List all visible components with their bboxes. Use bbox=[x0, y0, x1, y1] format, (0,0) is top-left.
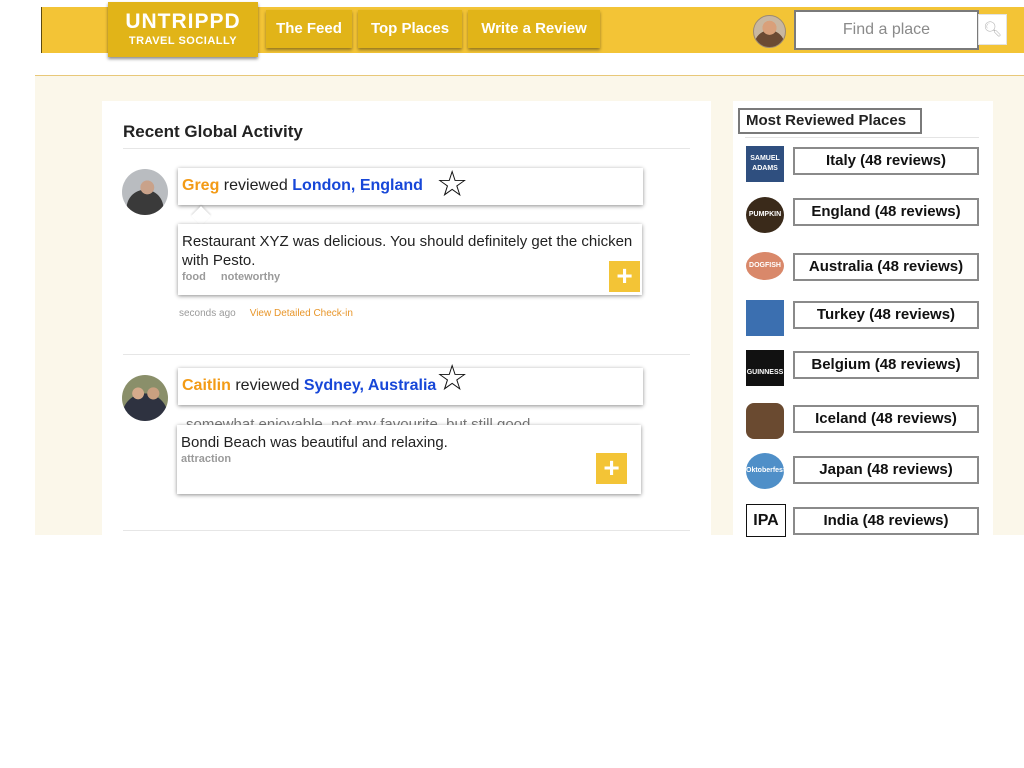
thumb-label: DOGFISH bbox=[749, 262, 781, 269]
review-tags: food noteworthy bbox=[182, 271, 638, 283]
search-input[interactable] bbox=[794, 10, 979, 50]
avatar[interactable] bbox=[122, 169, 168, 215]
review-text: Restaurant XYZ was delicious. You should… bbox=[182, 233, 633, 269]
thumb-label: GUINNESS bbox=[746, 369, 784, 376]
star-icon[interactable]: ☆ bbox=[436, 360, 468, 396]
place-item[interactable]: Australia (48 reviews) bbox=[793, 253, 979, 281]
brand-logo[interactable]: UNTRIPPD TRAVEL SOCIALLY bbox=[108, 2, 258, 57]
add-button[interactable]: + bbox=[609, 261, 640, 292]
nav-top-places-button[interactable]: Top Places bbox=[358, 10, 462, 48]
brand-tagline: TRAVEL SOCIALLY bbox=[128, 35, 238, 47]
review-text: Bondi Beach was beautiful and relaxing. bbox=[181, 434, 448, 451]
user-avatar[interactable] bbox=[753, 15, 786, 48]
activity-header: Greg reviewed London, England bbox=[178, 168, 643, 205]
review-card: Restaurant XYZ was delicious. You should… bbox=[178, 224, 642, 295]
place-item[interactable]: Japan (48 reviews) bbox=[793, 456, 979, 484]
activity-divider bbox=[123, 530, 690, 531]
activity-verb: reviewed bbox=[235, 377, 300, 394]
place-thumbnail[interactable] bbox=[746, 300, 784, 336]
add-button[interactable]: + bbox=[596, 453, 627, 484]
view-checkin-link[interactable]: View Detailed Check-in bbox=[250, 308, 353, 319]
sidebar-title: Most Reviewed Places bbox=[738, 108, 922, 134]
place-item[interactable]: Turkey (48 reviews) bbox=[793, 301, 979, 329]
place-thumbnail[interactable]: SAMUEL ADAMS bbox=[746, 146, 784, 182]
search-icon[interactable]: 🔍︎ bbox=[978, 14, 1007, 45]
place-thumbnail[interactable]: PUMPKIN bbox=[746, 197, 784, 233]
place-thumbnail[interactable]: Oktoberfest bbox=[746, 453, 784, 489]
place-thumbnail[interactable]: GUINNESS bbox=[746, 350, 784, 386]
activity-divider bbox=[123, 354, 690, 355]
review-card: Bondi Beach was beautiful and relaxing. … bbox=[177, 425, 641, 494]
nav-write-review-button[interactable]: Write a Review bbox=[468, 10, 600, 48]
place-item[interactable]: Iceland (48 reviews) bbox=[793, 405, 979, 433]
thumb-label: SAMUEL ADAMS bbox=[750, 155, 780, 172]
thumb-label: PUMPKIN bbox=[748, 211, 782, 218]
activity-verb: reviewed bbox=[223, 177, 288, 194]
thumb-label: IPA bbox=[753, 512, 779, 529]
place-item[interactable]: India (48 reviews) bbox=[793, 507, 979, 535]
sidebar-divider bbox=[745, 137, 979, 138]
review-tags: attraction bbox=[181, 453, 637, 465]
avatar[interactable] bbox=[122, 375, 168, 421]
activity-header: Caitlin reviewed Sydney, Australia bbox=[178, 368, 643, 405]
place-item[interactable]: Italy (48 reviews) bbox=[793, 147, 979, 175]
place-thumbnail[interactable]: IPA bbox=[746, 504, 786, 537]
user-name[interactable]: Caitlin bbox=[182, 377, 231, 394]
activity-title: Recent Global Activity bbox=[123, 122, 303, 141]
underlying-review-text: somewhat enjoyable, not my favourite, bu… bbox=[186, 416, 531, 425]
nav-the-feed-button[interactable]: The Feed bbox=[266, 10, 352, 48]
place-thumbnail[interactable]: DOGFISH bbox=[746, 252, 784, 280]
thumb-label: Oktoberfest bbox=[746, 467, 784, 474]
user-name[interactable]: Greg bbox=[182, 177, 219, 194]
activity-title-divider bbox=[123, 148, 690, 149]
place-link[interactable]: London, England bbox=[292, 177, 423, 194]
place-item[interactable]: Belgium (48 reviews) bbox=[793, 351, 979, 379]
tag[interactable]: noteworthy bbox=[221, 271, 280, 283]
activity-meta: seconds ago View Detailed Check-in bbox=[179, 308, 353, 319]
tag[interactable]: food bbox=[182, 271, 206, 283]
tag[interactable]: attraction bbox=[181, 453, 231, 465]
place-item[interactable]: England (48 reviews) bbox=[793, 198, 979, 226]
brand-name: UNTRIPPD bbox=[125, 10, 241, 33]
star-icon[interactable]: ☆ bbox=[436, 166, 468, 202]
timestamp: seconds ago bbox=[179, 308, 236, 319]
place-thumbnail[interactable] bbox=[746, 403, 784, 439]
place-link[interactable]: Sydney, Australia bbox=[304, 377, 437, 394]
